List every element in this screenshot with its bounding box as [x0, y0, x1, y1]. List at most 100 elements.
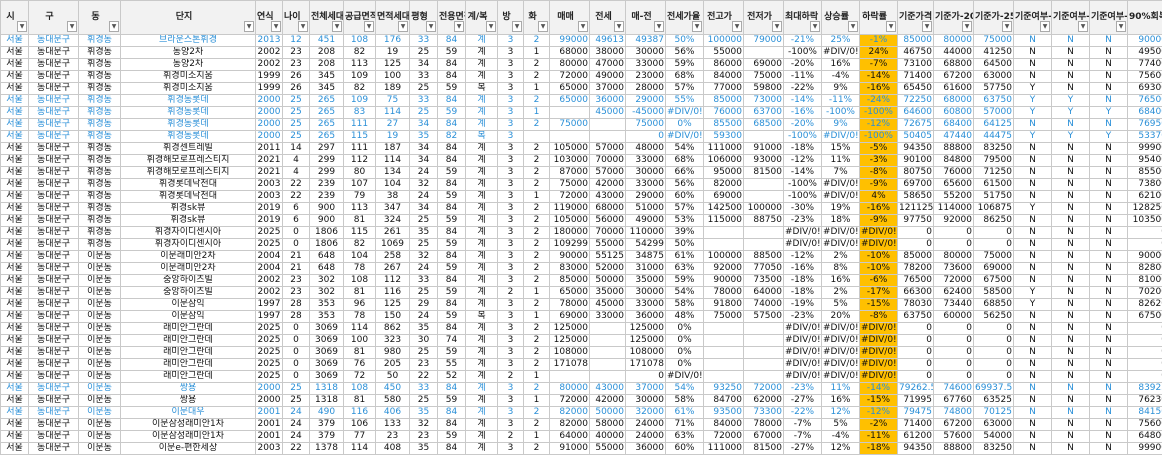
table-cell[interactable]: 862	[375, 322, 410, 335]
table-cell[interactable]: 59800	[743, 82, 784, 95]
table-cell[interactable]: 동대문구	[28, 166, 79, 179]
table-cell[interactable]: 쌍용	[120, 382, 256, 395]
table-cell[interactable]: 23	[409, 430, 438, 443]
table-cell[interactable]: 이문동	[78, 406, 121, 419]
table-cell[interactable]: 서울	[0, 82, 29, 95]
table-cell[interactable]: 23	[282, 58, 310, 71]
table-cell[interactable]: 서울	[0, 34, 29, 47]
column-header[interactable]: 전체세대 ▼	[309, 0, 344, 35]
table-cell[interactable]: 동대문구	[28, 154, 79, 167]
table-cell[interactable]: 50%	[665, 34, 704, 47]
table-cell[interactable]: 25	[409, 286, 438, 299]
table-cell[interactable]: 65600	[933, 178, 974, 191]
table-cell[interactable]: 휘경동롯데	[120, 118, 256, 131]
table-cell[interactable]: -12%	[859, 406, 898, 419]
table-cell[interactable]: -23%	[783, 382, 822, 395]
table-cell[interactable]: 서울	[0, 214, 29, 227]
table-cell[interactable]: Y	[1013, 202, 1052, 215]
column-header[interactable]: 90%회복가	[1127, 0, 1162, 35]
table-cell[interactable]: 54%	[665, 382, 704, 395]
table-cell[interactable]: 108	[343, 34, 376, 47]
table-cell[interactable]: 25	[409, 106, 438, 119]
table-cell[interactable]: 계	[465, 358, 498, 371]
table-cell[interactable]: 54%	[665, 142, 704, 155]
table-cell[interactable]: 5%	[821, 298, 860, 311]
table-cell[interactable]: 900	[309, 214, 344, 227]
table-cell[interactable]: 84	[437, 322, 466, 335]
table-cell[interactable]: 33000	[589, 310, 626, 323]
table-cell[interactable]: 3	[497, 442, 524, 455]
table-cell[interactable]: 49000	[589, 70, 626, 83]
table-cell[interactable]: #DIV/0!	[859, 334, 898, 347]
table-cell[interactable]: -9%	[859, 178, 898, 191]
table-cell[interactable]: -4%	[821, 430, 860, 443]
table-cell[interactable]: -16%	[859, 82, 898, 95]
table-cell[interactable]: 25	[282, 94, 310, 107]
table-cell[interactable]: 114	[375, 106, 410, 119]
table-cell[interactable]: 24	[282, 430, 310, 443]
table-cell[interactable]: 동대문구	[28, 250, 79, 263]
table-cell[interactable]: 2001	[255, 430, 283, 443]
table-cell[interactable]: 50	[375, 370, 410, 383]
table-cell[interactable]: 74600	[933, 382, 974, 395]
table-cell[interactable]: 86250	[973, 214, 1014, 227]
table-cell[interactable]: 계	[465, 190, 498, 203]
table-cell[interactable]: 동대문구	[28, 358, 79, 371]
table-cell[interactable]: 0	[1127, 358, 1162, 371]
table-cell[interactable]: 59	[437, 238, 466, 251]
table-cell[interactable]: 79000	[743, 34, 784, 47]
table-cell[interactable]: -100%	[821, 106, 860, 119]
table-cell[interactable]: 73300	[743, 406, 784, 419]
column-header[interactable]: 전세가율 ▼	[665, 0, 704, 35]
table-cell[interactable]: 0%	[665, 322, 704, 335]
table-cell[interactable]: 9%	[821, 118, 860, 131]
table-cell[interactable]: 1	[523, 46, 550, 59]
table-cell[interactable]: 3	[497, 322, 524, 335]
table-cell[interactable]: 동대문구	[28, 262, 79, 275]
table-cell[interactable]: 휘경동	[78, 154, 121, 167]
table-cell[interactable]	[743, 334, 784, 347]
table-cell[interactable]: 57000	[589, 166, 626, 179]
table-cell[interactable]	[703, 334, 744, 347]
table-cell[interactable]: 108	[343, 382, 376, 395]
table-cell[interactable]: 동대문구	[28, 334, 79, 347]
table-cell[interactable]: 1997	[255, 298, 283, 311]
table-cell[interactable]	[589, 118, 626, 131]
table-cell[interactable]: 76000	[703, 106, 744, 119]
table-cell[interactable]: 55125	[589, 250, 626, 263]
table-cell[interactable]: N	[1089, 190, 1128, 203]
table-cell[interactable]: N	[1013, 154, 1052, 167]
table-cell[interactable]: 3	[497, 46, 524, 59]
table-cell[interactable]: 12%	[821, 442, 860, 455]
table-cell[interactable]: 2002	[255, 286, 283, 299]
table-cell[interactable]: 83250	[973, 142, 1014, 155]
table-cell[interactable]: 2	[523, 214, 550, 227]
table-cell[interactable]: N	[1089, 262, 1128, 275]
table-cell[interactable]: 63750	[897, 310, 934, 323]
table-cell[interactable]: #DIV/0!	[821, 226, 860, 239]
table-cell[interactable]: 동대문구	[28, 202, 79, 215]
filter-dropdown-icon[interactable]: ▼	[244, 21, 254, 32]
table-cell[interactable]: 서울	[0, 322, 29, 335]
table-cell[interactable]: 이문동	[78, 418, 121, 431]
table-cell[interactable]: #DIV/0!	[821, 46, 860, 59]
table-cell[interactable]: 648	[309, 262, 344, 275]
table-cell[interactable]: -100%	[783, 46, 822, 59]
table-cell[interactable]: 동대문구	[28, 310, 79, 323]
table-cell[interactable]: 100	[343, 334, 376, 347]
table-cell[interactable]: 2%	[821, 286, 860, 299]
table-cell[interactable]: 24	[282, 418, 310, 431]
table-cell[interactable]: 26	[282, 82, 310, 95]
table-cell[interactable]: 57%	[665, 82, 704, 95]
table-cell[interactable]: 2021	[255, 166, 283, 179]
table-cell[interactable]: 49000	[625, 214, 666, 227]
table-cell[interactable]: 82000	[549, 406, 590, 419]
filter-dropdown-icon[interactable]: ▼	[772, 21, 782, 32]
table-cell[interactable]: 서울	[0, 166, 29, 179]
table-cell[interactable]: 180000	[549, 226, 590, 239]
table-cell[interactable]: 72000	[743, 382, 784, 395]
table-cell[interactable]: 68850	[973, 298, 1014, 311]
table-cell[interactable]: 65000	[549, 286, 590, 299]
table-cell[interactable]	[703, 346, 744, 359]
table-cell[interactable]: 56250	[973, 310, 1014, 323]
